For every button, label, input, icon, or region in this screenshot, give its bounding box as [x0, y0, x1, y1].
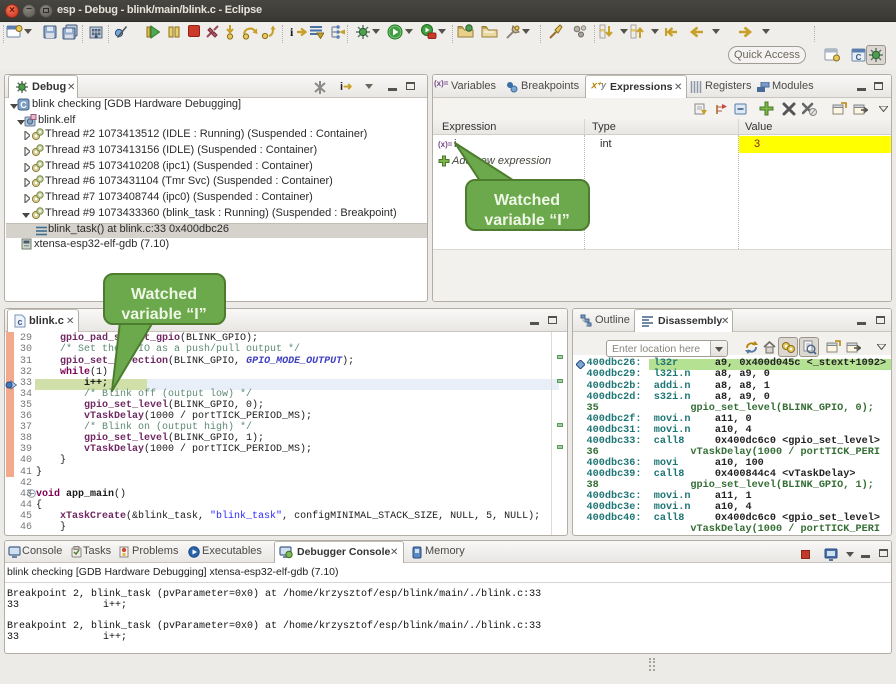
svg-text:Watched: Watched — [494, 192, 560, 209]
svg-text:variable “I”: variable “I” — [484, 212, 569, 229]
svg-text:variable “I”: variable “I” — [121, 306, 206, 323]
svg-text:c: c — [17, 317, 22, 327]
svg-text:C: C — [20, 100, 27, 110]
svg-text:Watched: Watched — [131, 286, 197, 303]
svg-text:C: C — [856, 53, 862, 62]
